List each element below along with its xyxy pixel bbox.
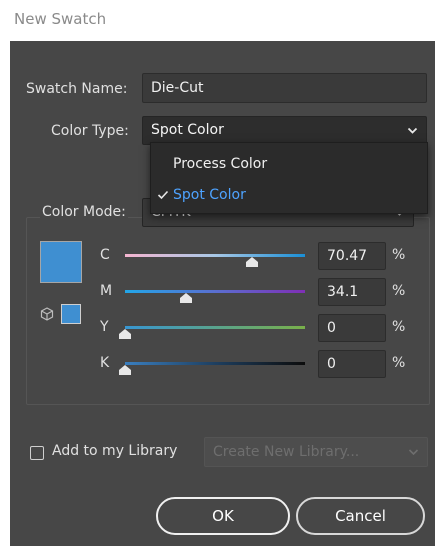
swatch-preview bbox=[40, 241, 82, 283]
swatch-name-input[interactable]: Die-Cut bbox=[142, 73, 427, 103]
color-mode-label: Color Mode: bbox=[40, 204, 128, 220]
color-type-dropdown-menu: Process Color Spot Color bbox=[150, 142, 428, 214]
cancel-button[interactable]: Cancel bbox=[296, 497, 425, 535]
window-title: New Swatch bbox=[14, 10, 107, 28]
library-select[interactable]: Create New Library... bbox=[204, 437, 428, 467]
color-type-label: Color Type: bbox=[51, 123, 129, 139]
new-swatch-dialog: Swatch Name: Die-Cut Color Type: Spot Co… bbox=[10, 41, 435, 546]
slider-c-track[interactable] bbox=[125, 254, 305, 257]
slider-m-track[interactable] bbox=[125, 290, 305, 293]
color-type-value: Spot Color bbox=[151, 122, 224, 138]
channel-m-label: M bbox=[100, 283, 113, 299]
channel-m-value[interactable]: 34.1 bbox=[318, 278, 386, 306]
chevron-down-icon bbox=[408, 438, 419, 477]
in-gamut-swatch[interactable] bbox=[61, 304, 81, 324]
channel-y-value[interactable]: 0 bbox=[318, 314, 386, 342]
slider-k-track[interactable] bbox=[125, 362, 305, 365]
swatch-name-label: Swatch Name: bbox=[26, 81, 128, 97]
add-to-library-checkbox[interactable] bbox=[30, 446, 44, 460]
channel-c-value[interactable]: 70.47 bbox=[318, 242, 386, 270]
slider-y-track[interactable] bbox=[125, 326, 305, 329]
title-bar: New Swatch bbox=[0, 0, 435, 40]
menu-item-spot-color[interactable]: Spot Color bbox=[151, 180, 427, 210]
menu-item-label: Spot Color bbox=[173, 187, 246, 203]
channel-k-label: K bbox=[100, 355, 110, 371]
channel-k-unit: % bbox=[392, 355, 406, 371]
channel-k-value[interactable]: 0 bbox=[318, 350, 386, 378]
library-select-value: Create New Library... bbox=[213, 444, 360, 460]
add-to-library-label: Add to my Library bbox=[52, 443, 178, 459]
channel-m-unit: % bbox=[392, 283, 406, 299]
cube-icon[interactable] bbox=[40, 306, 54, 325]
channel-y-unit: % bbox=[392, 319, 406, 335]
color-type-select[interactable]: Spot Color bbox=[142, 116, 427, 145]
menu-item-process-color[interactable]: Process Color bbox=[151, 149, 427, 179]
channel-c-label: C bbox=[100, 247, 110, 263]
channel-y-label: Y bbox=[100, 319, 109, 335]
menu-item-label: Process Color bbox=[173, 156, 268, 172]
ok-button[interactable]: OK bbox=[156, 497, 290, 535]
checkmark-icon bbox=[157, 180, 169, 222]
channel-c-unit: % bbox=[392, 247, 406, 263]
